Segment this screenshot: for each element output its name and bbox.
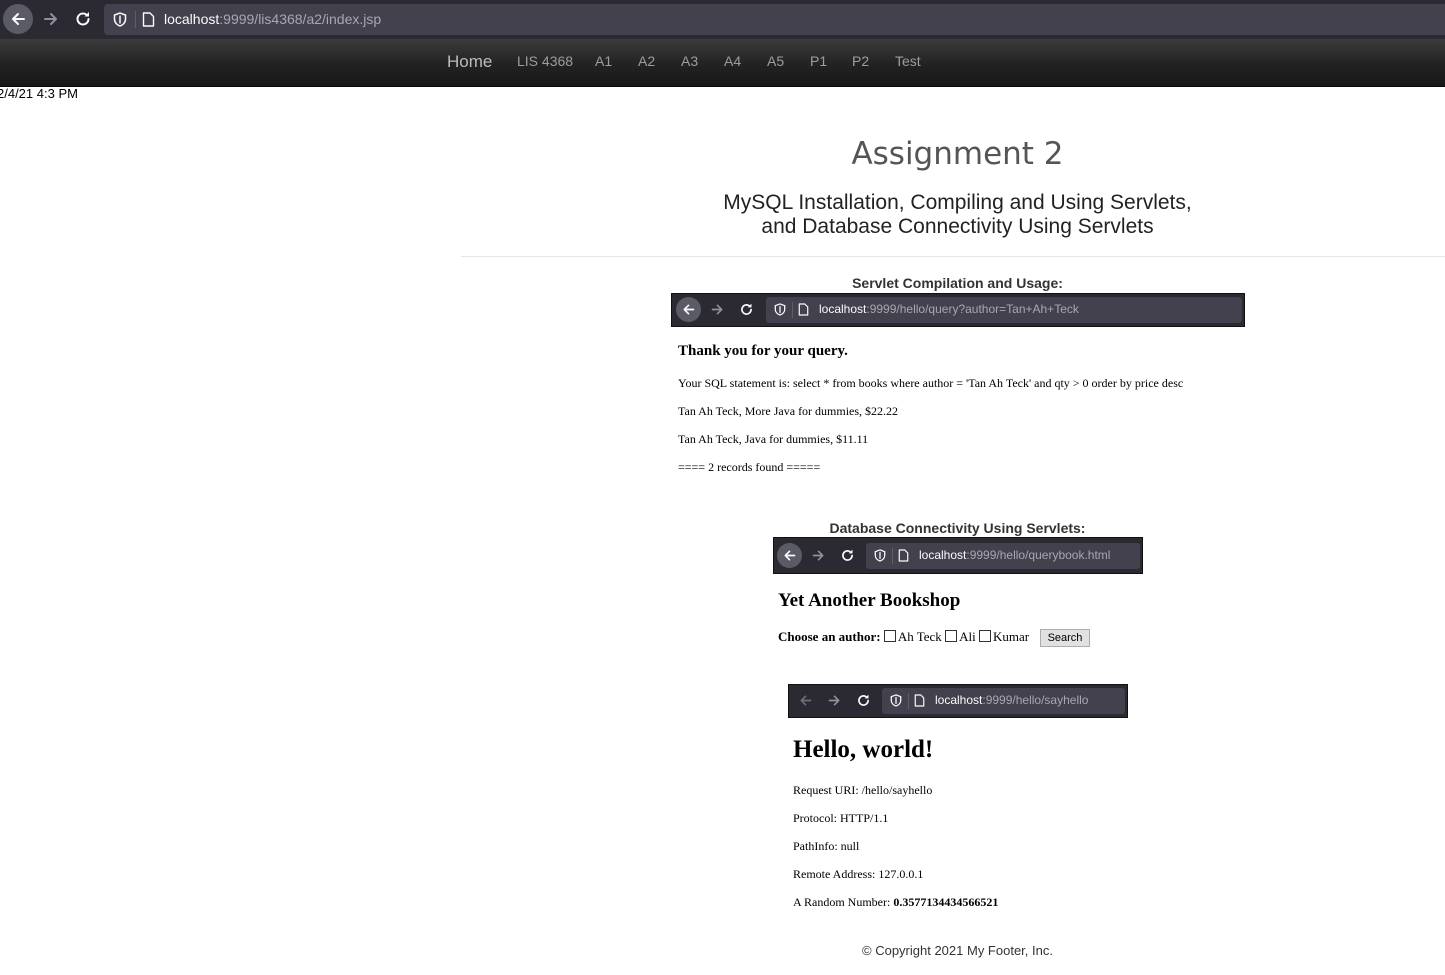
url-path: :9999/lis4368/a2/index.jsp [219, 11, 382, 27]
mini-forward-button [822, 688, 847, 713]
site-navbar: Home LIS 4368 A1 A2 A3 A4 A5 P1 P2 Test [0, 39, 1445, 87]
back-button[interactable] [3, 4, 33, 34]
remote-address: Remote Address: 127.0.0.1 [793, 867, 924, 881]
subtitle-line-1: MySQL Installation, Compiling and Using … [723, 191, 1192, 214]
mini-url-text: localhost:9999/hello/querybook.html [919, 548, 1110, 562]
mini-back-button [777, 543, 802, 568]
pathinfo: PathInfo: null [793, 839, 860, 853]
arrow-right-icon [828, 695, 840, 706]
screenshot-toolbar-query: localhost:9999/hello/query?author=Tan+Ah… [671, 293, 1245, 327]
nav-a4[interactable]: A4 [724, 39, 741, 86]
query-heading: Thank you for your query. [678, 343, 848, 359]
reload-icon [858, 694, 869, 706]
arrow-right-icon [44, 13, 57, 25]
shield-icon [890, 694, 902, 707]
urlbar-divider [892, 548, 893, 564]
arrow-left-icon [784, 550, 796, 561]
address-bar[interactable]: localhost:9999/lis4368/a2/index.jsp [104, 4, 1445, 35]
reload-icon [842, 549, 853, 561]
reload-icon [741, 303, 752, 315]
subtitle-line-2: and Database Connectivity Using Servlets [761, 215, 1154, 238]
arrow-right-icon [812, 550, 824, 561]
mini-back-button [793, 688, 818, 713]
random-label: A Random Number: [793, 895, 891, 909]
request-uri: Request URI: /hello/sayhello [793, 783, 933, 797]
author-checkbox[interactable] [883, 630, 896, 642]
author-checkbox[interactable] [945, 630, 958, 642]
author-option-label: Kumar [992, 629, 1030, 644]
mini-back-button [676, 297, 701, 322]
author-prompt: Choose an author: [778, 629, 881, 644]
random-number: A Random Number: 0.3577134434566521 [793, 895, 998, 910]
url-host: localhost [819, 302, 867, 316]
page-icon[interactable] [142, 12, 155, 27]
nav-p2[interactable]: P2 [852, 39, 869, 86]
nav-test[interactable]: Test [895, 39, 921, 86]
hello-heading: Hello, world! [793, 736, 934, 763]
url-host: localhost [935, 693, 983, 707]
arrow-right-icon [711, 304, 723, 315]
arrow-left-icon [12, 13, 25, 25]
shield-icon [874, 549, 886, 562]
author-option-label: Ali [959, 629, 976, 644]
url-host: localhost [919, 548, 967, 562]
search-button[interactable]: Search [1040, 629, 1090, 647]
nav-lis4368[interactable]: LIS 4368 [517, 39, 573, 86]
reload-icon [76, 12, 90, 26]
url-path: :9999/hello/sayhello [982, 693, 1089, 707]
page-icon [898, 549, 909, 562]
mini-address-bar: localhost:9999/hello/querybook.html [866, 543, 1140, 569]
urlbar-divider [908, 693, 909, 709]
page-footer: © Copyright 2021 My Footer, Inc. [862, 943, 1053, 958]
divider [461, 256, 1445, 257]
mini-url-text: localhost:9999/hello/query?author=Tan+Ah… [819, 302, 1079, 316]
nav-home[interactable]: Home [447, 39, 492, 86]
shield-icon [774, 303, 786, 316]
nav-a2[interactable]: A2 [638, 39, 655, 86]
author-checkbox[interactable] [978, 630, 991, 642]
reload-button[interactable] [68, 4, 98, 34]
bookshop-heading: Yet Another Bookshop [778, 590, 961, 611]
forward-button[interactable] [36, 4, 66, 34]
author-form: Choose an author: Ah Teck Ali Kumar [778, 629, 1029, 645]
nav-a1[interactable]: A1 [595, 39, 612, 86]
author-option-label: Ah Teck [897, 629, 942, 644]
arrow-left-icon [683, 304, 695, 315]
mini-forward-button [806, 543, 831, 568]
nav-p1[interactable]: P1 [810, 39, 827, 86]
mini-reload-button [851, 688, 876, 713]
mini-reload-button [734, 297, 759, 322]
screenshot-toolbar-sayhello: localhost:9999/hello/sayhello [788, 684, 1128, 718]
nav-a5[interactable]: A5 [767, 39, 784, 86]
sql-statement: Your SQL statement is: select * from boo… [678, 376, 1184, 390]
url-path: :9999/hello/querybook.html [966, 548, 1111, 562]
url-text[interactable]: localhost:9999/lis4368/a2/index.jsp [164, 11, 381, 27]
page-subtitle: MySQL Installation, Compiling and Using … [470, 191, 1445, 239]
url-path: :9999/hello/query?author=Tan+Ah+Teck [866, 302, 1079, 316]
shield-icon[interactable] [113, 12, 127, 27]
records-count: ==== 2 records found ===== [678, 460, 821, 474]
screenshot-toolbar-querybook: localhost:9999/hello/querybook.html [773, 537, 1143, 574]
protocol: Protocol: HTTP/1.1 [793, 811, 889, 825]
arrow-left-icon [800, 695, 812, 706]
date-stamp: 2/4/21 4:3 PM [0, 86, 78, 101]
random-value: 0.3577134434566521 [893, 895, 999, 909]
db-caption: Database Connectivity Using Servlets: [829, 520, 1086, 536]
page-icon [798, 303, 809, 316]
urlbar-divider [792, 302, 793, 318]
browser-toolbar: localhost:9999/lis4368/a2/index.jsp [0, 0, 1445, 39]
servlet-caption: Servlet Compilation and Usage: [852, 275, 1063, 291]
mini-address-bar: localhost:9999/hello/query?author=Tan+Ah… [766, 297, 1242, 323]
mini-reload-button [835, 543, 860, 568]
mini-address-bar: localhost:9999/hello/sayhello [882, 688, 1125, 714]
urlbar-divider [135, 11, 136, 28]
result-row: Tan Ah Teck, More Java for dummies, $22.… [678, 404, 899, 418]
page-title: Assignment 2 [851, 136, 1064, 172]
mini-url-text: localhost:9999/hello/sayhello [935, 693, 1088, 707]
result-row: Tan Ah Teck, Java for dummies, $11.11 [678, 432, 869, 446]
mini-forward-button [705, 297, 730, 322]
url-host: localhost [164, 11, 220, 27]
page-icon [914, 694, 925, 707]
nav-a3[interactable]: A3 [681, 39, 698, 86]
